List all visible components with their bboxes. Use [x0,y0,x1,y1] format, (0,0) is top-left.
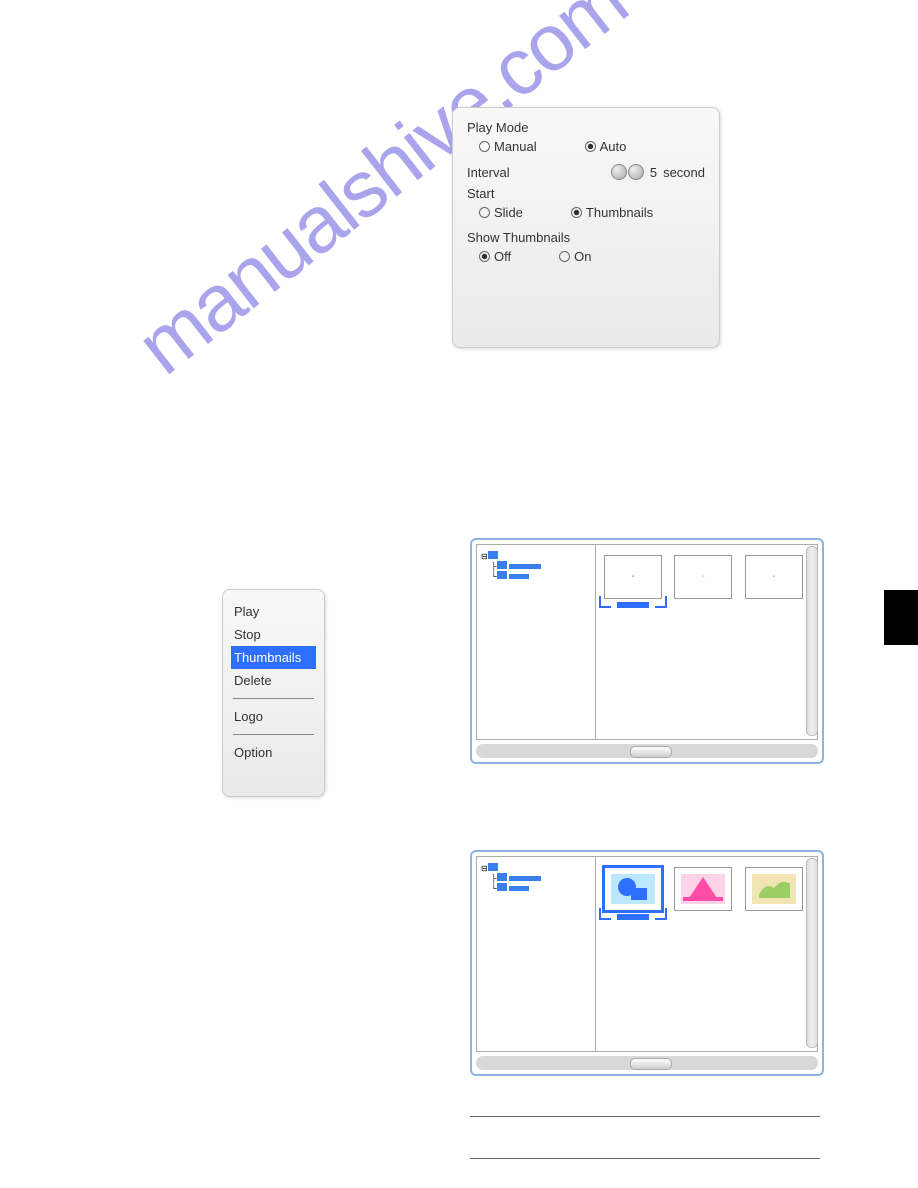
footer-rule [470,1116,820,1117]
menu-separator [233,698,314,699]
thumbnail[interactable] [604,867,662,911]
menu-logo[interactable]: Logo [231,705,316,728]
thumbnail[interactable] [674,867,732,911]
page-tab [884,590,918,645]
menu-separator [233,734,314,735]
vertical-scrollbar[interactable] [806,546,818,736]
footer-rule [470,1158,820,1159]
radio-thumbnails[interactable]: Thumbnails [571,205,653,220]
horizontal-scrollbar[interactable] [476,1056,818,1070]
menu-stop[interactable]: Stop [231,623,316,646]
folder-tree[interactable]: ⊟ ├ └ [477,857,596,1051]
menu-play[interactable]: Play [231,600,316,623]
radio-on[interactable]: On [559,249,591,264]
folder-tree[interactable]: ⊟ ├ └ [477,545,596,739]
radio-manual[interactable]: Manual [479,139,537,154]
interval-value: 5 [650,165,657,180]
interval-stepper[interactable] [611,164,644,180]
play-mode-label: Play Mode [467,120,705,135]
options-panel: Play Mode Manual Auto Interval 5 second … [452,107,720,348]
file-browser-2: ⊟ ├ └ [470,850,824,1076]
file-browser-1: ⊟ ├ └ ▫ ▫ ▫ [470,538,824,764]
menu-option[interactable]: Option [231,741,316,764]
radio-off[interactable]: Off [479,249,511,264]
radio-slide[interactable]: Slide [479,205,523,220]
vertical-scrollbar[interactable] [806,858,818,1048]
horizontal-scrollbar[interactable] [476,744,818,758]
thumbnail[interactable]: ▫ [604,555,662,599]
start-label: Start [467,186,705,201]
thumbnail[interactable] [745,867,803,911]
thumbnail[interactable]: ▫ [745,555,803,599]
interval-unit: second [663,165,705,180]
context-menu: Play Stop Thumbnails Delete Logo Option [222,589,325,797]
show-thumbnails-label: Show Thumbnails [467,230,705,245]
menu-thumbnails[interactable]: Thumbnails [231,646,316,669]
radio-auto[interactable]: Auto [585,139,627,154]
menu-delete[interactable]: Delete [231,669,316,692]
thumbnail-grid[interactable] [596,857,817,1051]
thumbnail[interactable]: ▫ [674,555,732,599]
interval-label: Interval [467,165,510,180]
thumbnail-grid[interactable]: ▫ ▫ ▫ [596,545,817,739]
